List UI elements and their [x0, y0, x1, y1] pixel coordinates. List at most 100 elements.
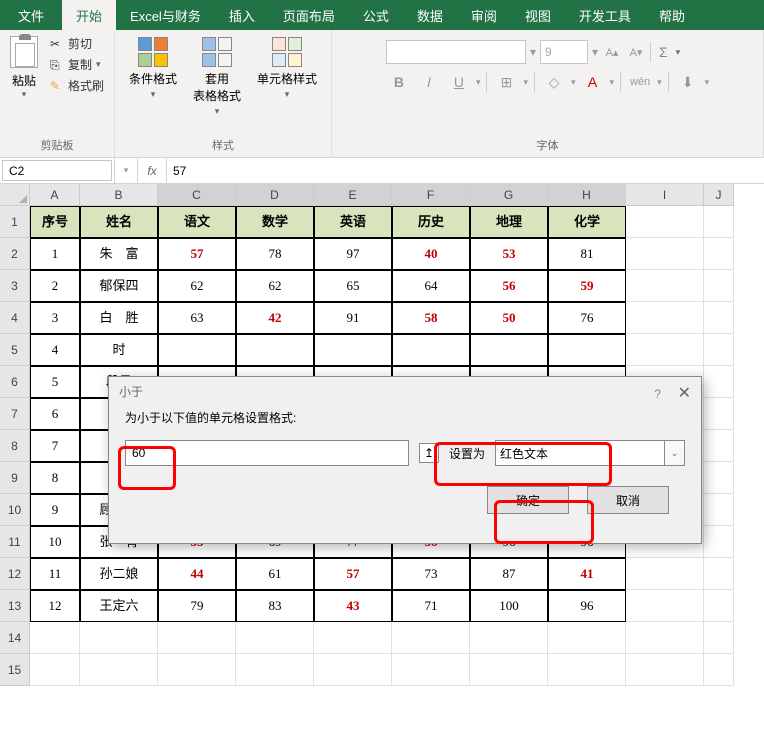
cell[interactable] [236, 622, 314, 654]
cell[interactable]: 50 [470, 302, 548, 334]
paste-button[interactable]: 粘贴 ▾ [8, 34, 40, 102]
cell[interactable]: 53 [470, 238, 548, 270]
cell[interactable]: 1 [30, 238, 80, 270]
cell[interactable]: 61 [236, 558, 314, 590]
cell[interactable]: 73 [392, 558, 470, 590]
cell[interactable]: 57 [314, 558, 392, 590]
cell[interactable] [548, 654, 626, 686]
column-header[interactable]: I [626, 184, 704, 206]
cell[interactable] [704, 366, 734, 398]
decrease-font-button[interactable]: A▾ [626, 42, 646, 62]
column-header[interactable]: A [30, 184, 80, 206]
cell[interactable] [392, 654, 470, 686]
cell[interactable]: 56 [470, 270, 548, 302]
cell[interactable]: 65 [314, 270, 392, 302]
cell-style-button[interactable]: 单元格样式 ▾ [251, 34, 323, 102]
name-box[interactable] [2, 160, 112, 181]
cell[interactable] [704, 494, 734, 526]
cell[interactable] [704, 462, 734, 494]
cell[interactable] [392, 622, 470, 654]
tab-review[interactable]: 审阅 [457, 0, 511, 30]
cell[interactable] [626, 206, 704, 238]
header-cell[interactable]: 英语 [314, 206, 392, 238]
row-header[interactable]: 8 [0, 430, 30, 462]
dialog-help-button[interactable]: ? [654, 387, 661, 401]
cell[interactable] [704, 334, 734, 366]
cell[interactable] [704, 302, 734, 334]
column-header[interactable]: F [392, 184, 470, 206]
select-all-button[interactable] [0, 184, 30, 206]
underline-button[interactable]: U [446, 70, 472, 94]
tab-excel-finance[interactable]: Excel与财务 [116, 0, 215, 30]
threshold-input[interactable] [125, 440, 409, 466]
column-header[interactable]: C [158, 184, 236, 206]
cell[interactable] [314, 334, 392, 366]
cell[interactable] [704, 622, 734, 654]
dialog-close-button[interactable]: ✕ [678, 385, 691, 402]
cell[interactable]: 12 [30, 590, 80, 622]
ok-button[interactable]: 确定 [487, 486, 569, 514]
cell[interactable] [470, 654, 548, 686]
cell[interactable] [158, 622, 236, 654]
cell[interactable] [548, 334, 626, 366]
column-header[interactable]: G [470, 184, 548, 206]
cell[interactable]: 4 [30, 334, 80, 366]
cell[interactable]: 96 [548, 590, 626, 622]
cell[interactable] [704, 238, 734, 270]
cell[interactable] [704, 526, 734, 558]
cell[interactable] [704, 558, 734, 590]
border-button[interactable]: ⊞ [493, 70, 519, 94]
tab-file[interactable]: 文件 [0, 0, 62, 30]
fx-button[interactable]: fx [138, 158, 166, 183]
row-header[interactable]: 10 [0, 494, 30, 526]
fill-color-button[interactable]: ◇ [541, 70, 567, 94]
header-cell[interactable]: 数学 [236, 206, 314, 238]
cell[interactable] [626, 238, 704, 270]
cell[interactable] [314, 622, 392, 654]
cell[interactable]: 91 [314, 302, 392, 334]
cancel-button[interactable]: 取消 [587, 486, 669, 514]
bold-button[interactable]: B [386, 70, 412, 94]
cell[interactable] [626, 270, 704, 302]
header-cell[interactable]: 地理 [470, 206, 548, 238]
header-cell[interactable]: 历史 [392, 206, 470, 238]
header-cell[interactable]: 姓名 [80, 206, 158, 238]
column-header[interactable]: J [704, 184, 734, 206]
fill-button[interactable]: ⬇ [675, 70, 701, 94]
format-select[interactable] [495, 440, 665, 466]
cell[interactable] [30, 654, 80, 686]
header-cell[interactable]: 语文 [158, 206, 236, 238]
cell[interactable]: 81 [548, 238, 626, 270]
phonetic-button[interactable]: wén [627, 70, 653, 94]
row-header[interactable]: 14 [0, 622, 30, 654]
row-header[interactable]: 5 [0, 334, 30, 366]
cut-button[interactable]: ✂剪切 [48, 34, 106, 53]
cell[interactable] [704, 654, 734, 686]
cell[interactable]: 5 [30, 366, 80, 398]
cell[interactable]: 83 [236, 590, 314, 622]
cell[interactable]: 44 [158, 558, 236, 590]
font-name-select[interactable] [386, 40, 526, 64]
row-header[interactable]: 9 [0, 462, 30, 494]
cell[interactable] [626, 654, 704, 686]
tab-insert[interactable]: 插入 [215, 0, 269, 30]
cell[interactable]: 87 [470, 558, 548, 590]
cell[interactable]: 7 [30, 430, 80, 462]
tab-view[interactable]: 视图 [511, 0, 565, 30]
cell[interactable]: 8 [30, 462, 80, 494]
row-header[interactable]: 2 [0, 238, 30, 270]
cell[interactable] [626, 590, 704, 622]
cell[interactable] [236, 334, 314, 366]
cell[interactable]: 时 [80, 334, 158, 366]
cell[interactable]: 71 [392, 590, 470, 622]
cell[interactable] [548, 622, 626, 654]
cell[interactable]: 62 [236, 270, 314, 302]
table-format-button[interactable]: 套用 表格格式 ▾ [187, 34, 247, 119]
cell[interactable]: 62 [158, 270, 236, 302]
cell[interactable] [158, 654, 236, 686]
row-header[interactable]: 13 [0, 590, 30, 622]
font-color-button[interactable]: A [580, 70, 606, 94]
copy-button[interactable]: ⎘复制 ▾ [48, 55, 106, 74]
cell[interactable]: 76 [548, 302, 626, 334]
cell[interactable]: 41 [548, 558, 626, 590]
